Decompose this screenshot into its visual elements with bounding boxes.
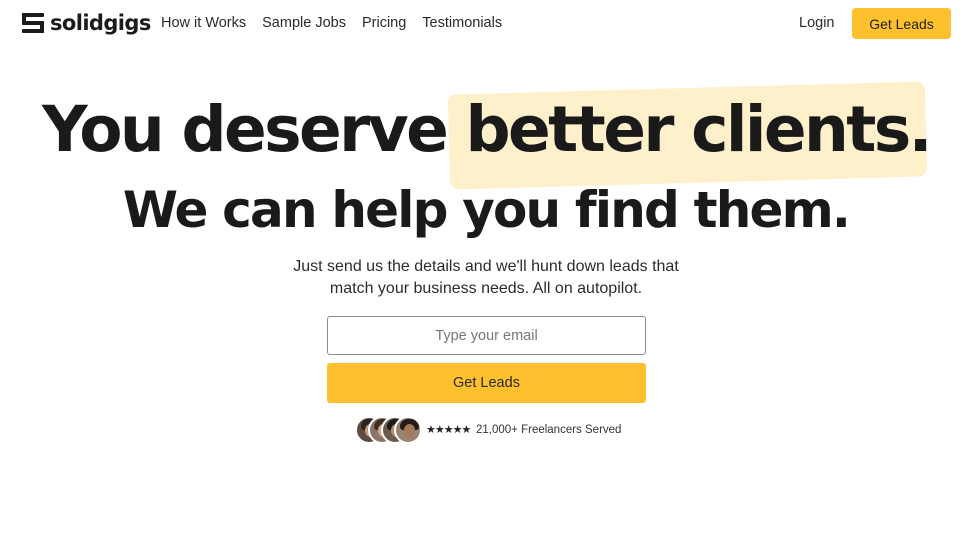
rating-stars-icon: ★★★★★ [426, 424, 471, 436]
hero-subheadline: We can help you find them. [122, 181, 851, 239]
get-leads-button[interactable]: Get Leads [327, 363, 646, 403]
avatar [394, 416, 422, 444]
nav-links: How it Works Sample Jobs Pricing Testimo… [161, 14, 518, 32]
headline-highlight: better clients. [465, 93, 933, 166]
brand-logo[interactable]: solidgigs [22, 11, 151, 35]
headline-plain: You deserve [41, 93, 466, 166]
freelancers-served-text: 21,000+ Freelancers Served [476, 424, 622, 436]
top-nav: solidgigs How it Works Sample Jobs Prici… [0, 0, 972, 46]
hero-description: Just send us the details and we'll hunt … [236, 256, 736, 300]
header-get-leads-button[interactable]: Get Leads [852, 8, 951, 39]
nav-link-sample-jobs[interactable]: Sample Jobs [262, 14, 346, 32]
nav-link-pricing[interactable]: Pricing [362, 14, 406, 32]
brand-name: solidgigs [50, 11, 151, 35]
hero-headline: You deserve better clients. [0, 88, 972, 172]
nav-link-testimonials[interactable]: Testimonials [422, 14, 502, 32]
login-link[interactable]: Login [799, 14, 834, 32]
nav-link-how-it-works[interactable]: How it Works [161, 14, 246, 32]
description-line-2: match your business needs. All on autopi… [329, 280, 643, 297]
description-line-1: Just send us the details and we'll hunt … [293, 258, 679, 275]
freelancer-avatars [355, 416, 425, 444]
logo-icon [22, 12, 44, 34]
email-input[interactable] [327, 316, 646, 355]
